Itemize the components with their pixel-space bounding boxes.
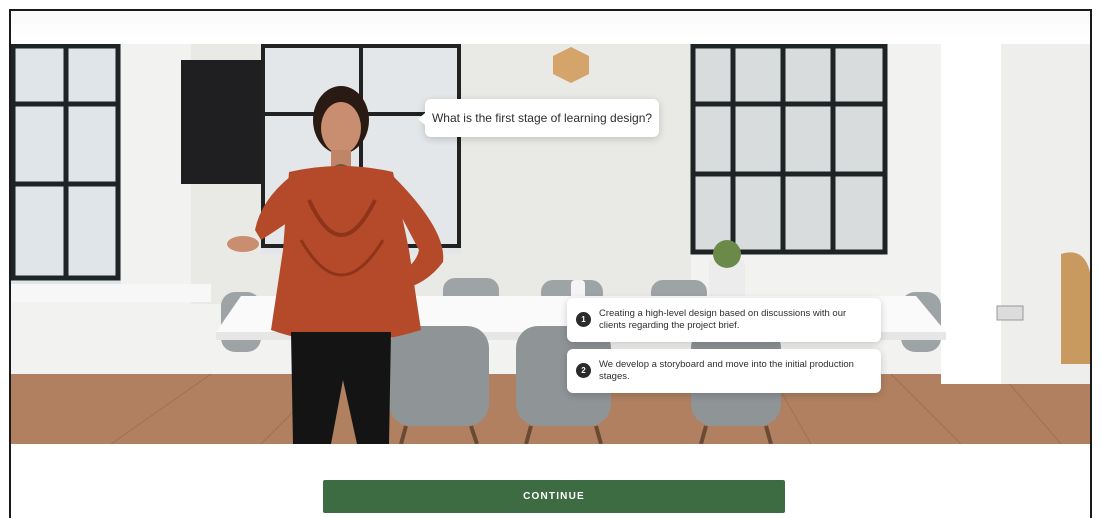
option-number-badge: 2 <box>576 363 591 378</box>
top-bar <box>11 11 1090 44</box>
continue-button[interactable]: CONTINUE <box>323 480 785 513</box>
question-text: What is the first stage of learning desi… <box>431 111 653 125</box>
answer-option-2[interactable]: 2 We develop a storyboard and move into … <box>567 349 881 393</box>
lesson-frame: What is the first stage of learning desi… <box>9 9 1092 518</box>
option-number-badge: 1 <box>576 312 591 327</box>
option-text: We develop a storyboard and move into th… <box>599 359 854 382</box>
option-text: Creating a high-level design based on di… <box>599 308 847 331</box>
question-bubble: What is the first stage of learning desi… <box>418 99 659 137</box>
presenter-figure <box>227 86 444 444</box>
answer-option-1[interactable]: 1 Creating a high-level design based on … <box>567 298 881 342</box>
